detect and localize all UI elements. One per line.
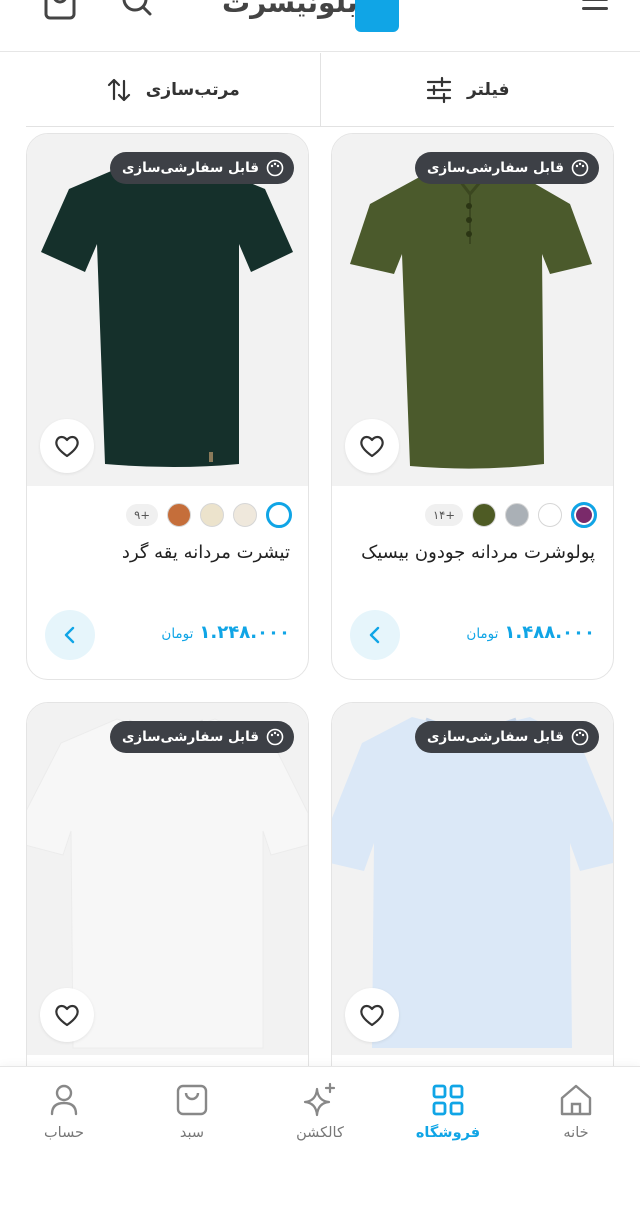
nav-label: حساب (44, 1125, 84, 1141)
customizable-badge: قابل سفارشی‌سازی (110, 721, 294, 753)
color-swatch[interactable] (472, 503, 496, 527)
menu-icon[interactable] (580, 0, 610, 24)
color-swatch[interactable] (505, 503, 529, 527)
heart-icon (55, 435, 79, 458)
product-image[interactable]: قابل سفارشی‌سازی (27, 703, 308, 1055)
color-swatch[interactable] (233, 503, 257, 527)
color-swatch-selected[interactable] (571, 502, 597, 528)
palette-icon (266, 728, 284, 746)
grid-icon (432, 1084, 464, 1116)
color-swatch[interactable] (538, 503, 562, 527)
customizable-badge: قابل سفارشی‌سازی (415, 721, 599, 753)
product-image[interactable]: قابل سفارشی‌سازی (332, 703, 613, 1055)
badge-label: قابل سفارشی‌سازی (122, 729, 259, 745)
more-colors-count[interactable]: +۹ (126, 504, 158, 526)
favorite-button[interactable] (40, 988, 94, 1042)
badge-label: قابل سفارشی‌سازی (427, 160, 564, 176)
filter-sort-bar: مرتب‌سازی فیلتر (26, 53, 614, 127)
brand-logo-text[interactable]: بلونیسرت (222, 0, 358, 19)
product-price: ۱.۲۴۸.۰۰۰ تومان (161, 622, 290, 643)
product-price: ۱.۴۸۸.۰۰۰ تومان (466, 622, 595, 643)
top-header: بلونیسرت (0, 0, 640, 52)
sort-button[interactable]: مرتب‌سازی (26, 53, 320, 126)
bottom-navigation: حساب سبد کالکشن فروشگاه خانه (0, 1066, 640, 1221)
badge-label: قابل سفارشی‌سازی (122, 160, 259, 176)
chevron-left-icon (64, 626, 75, 644)
product-image[interactable]: قابل سفارشی‌سازی (332, 134, 613, 486)
price-amount: ۱.۴۸۸.۰۰۰ (504, 622, 595, 643)
sort-label: مرتب‌سازی (145, 79, 240, 100)
sort-icon (107, 78, 130, 101)
brand-logo-mark[interactable] (355, 0, 399, 32)
color-swatches: +۹ (126, 502, 292, 528)
nav-cart[interactable]: سبد (128, 1067, 256, 1221)
filter-label: فیلتر (466, 79, 510, 100)
color-swatches: +۱۴ (425, 502, 597, 528)
color-swatch[interactable] (200, 503, 224, 527)
nav-home[interactable]: خانه (512, 1067, 640, 1221)
product-title[interactable]: پولوشرت مردانه جودون بیسیک (348, 538, 595, 568)
user-icon (50, 1084, 78, 1116)
color-swatch[interactable] (167, 503, 191, 527)
nav-label: سبد (179, 1125, 205, 1141)
cart-icon (176, 1084, 208, 1116)
view-product-button[interactable] (350, 610, 400, 660)
nav-collection[interactable]: کالکشن (256, 1067, 384, 1221)
nav-shop[interactable]: فروشگاه (384, 1067, 512, 1221)
product-image[interactable]: قابل سفارشی‌سازی (27, 134, 308, 486)
badge-label: قابل سفارشی‌سازی (427, 729, 564, 745)
more-colors-count[interactable]: +۱۴ (425, 504, 463, 526)
favorite-button[interactable] (40, 419, 94, 473)
customizable-badge: قابل سفارشی‌سازی (415, 152, 599, 184)
chevron-left-icon (369, 626, 380, 644)
product-card[interactable]: قابل سفارشی‌سازی +۹ تیشرت مردانه یقه گرد… (26, 133, 309, 680)
filter-button[interactable]: فیلتر (319, 53, 615, 126)
bag-icon[interactable] (42, 0, 78, 24)
product-title[interactable]: تیشرت مردانه یقه گرد (43, 538, 290, 568)
favorite-button[interactable] (345, 419, 399, 473)
nav-label: فروشگاه (415, 1125, 481, 1141)
heart-icon (360, 435, 384, 458)
palette-icon (571, 728, 589, 746)
home-icon (560, 1084, 592, 1116)
heart-icon (55, 1004, 79, 1027)
product-card[interactable]: قابل سفارشی‌سازی +۱۴ پولوشرت مردانه جودو… (331, 133, 614, 680)
view-product-button[interactable] (45, 610, 95, 660)
price-amount: ۱.۲۴۸.۰۰۰ (199, 622, 290, 643)
favorite-button[interactable] (345, 988, 399, 1042)
color-swatch-selected[interactable] (266, 502, 292, 528)
search-icon[interactable] (118, 0, 154, 24)
price-currency: تومان (161, 626, 194, 642)
filter-sliders-icon (426, 76, 452, 103)
palette-icon (266, 159, 284, 177)
heart-icon (360, 1004, 384, 1027)
price-currency: تومان (466, 626, 499, 642)
nav-label: خانه (563, 1125, 589, 1141)
palette-icon (571, 159, 589, 177)
sparkle-icon (303, 1082, 336, 1117)
customizable-badge: قابل سفارشی‌سازی (110, 152, 294, 184)
nav-label: کالکشن (296, 1125, 344, 1141)
nav-account[interactable]: حساب (0, 1067, 128, 1221)
